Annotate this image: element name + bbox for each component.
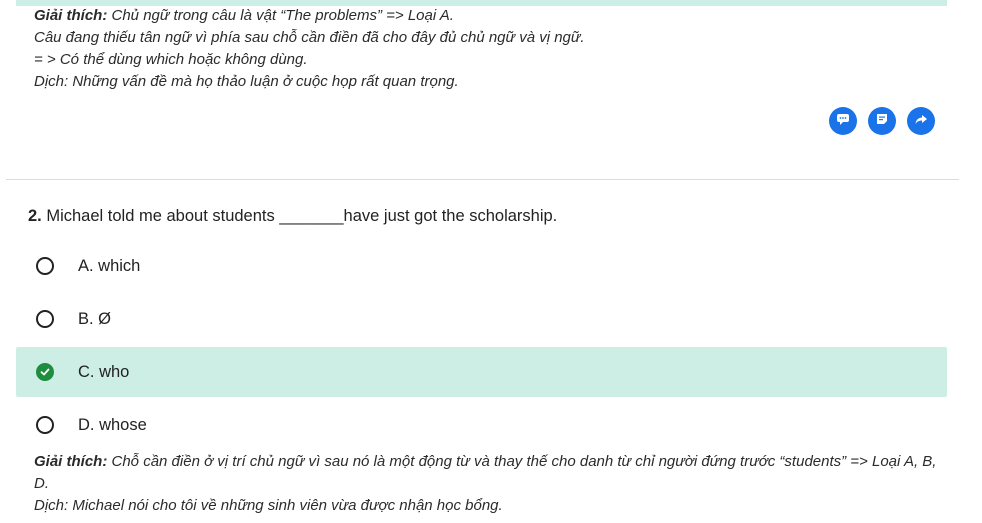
note-button[interactable] <box>868 107 896 135</box>
option-b[interactable]: B. Ø <box>16 294 947 344</box>
check-circle-icon <box>36 363 54 381</box>
explanation-line: Câu đang thiếu tân ngữ vì phía sau chỗ c… <box>34 29 585 46</box>
question-body: Michael told me about students _______ha… <box>41 207 558 225</box>
explanation-text: Chỗ cần điền ở vị trí chủ ngữ vì sau nó … <box>34 453 937 492</box>
translation-line: Dịch: Michael nói cho tôi về những sinh … <box>34 497 503 514</box>
explanation-line: Giải thích: Chủ ngữ trong câu là vật “Th… <box>34 5 944 27</box>
option-a[interactable]: A. which <box>16 241 947 291</box>
question-number: 2. <box>28 207 42 225</box>
radio-icon <box>36 416 54 434</box>
option-label: C. who <box>78 362 130 381</box>
translation-line: Dịch: Những vấn đề mà họ thảo luận ở cuộ… <box>34 73 459 90</box>
option-label: A. which <box>78 256 141 275</box>
radio-icon <box>36 310 54 328</box>
explanation-previous: Giải thích: Chủ ngữ trong câu là vật “Th… <box>34 5 944 93</box>
question-actions <box>829 107 935 135</box>
comment-button[interactable] <box>829 107 857 135</box>
option-c[interactable]: C. who <box>16 347 947 397</box>
explanation-line: = > Có thể dùng which hoặc không dùng. <box>34 51 308 68</box>
question-text: 2. Michael told me about students ______… <box>28 205 557 227</box>
share-button[interactable] <box>907 107 935 135</box>
explanation-line: Giải thích: Chỗ cần điền ở vị trí chủ ng… <box>34 451 944 495</box>
explanation-title: Giải thích: <box>34 7 108 24</box>
option-d[interactable]: D. whose <box>16 400 947 450</box>
explanation-current: Giải thích: Chỗ cần điền ở vị trí chủ ng… <box>34 451 944 517</box>
explanation-text: Chủ ngữ trong câu là vật “The problems” … <box>107 7 454 24</box>
section-divider <box>6 179 959 180</box>
comment-icon <box>836 112 850 131</box>
option-label: D. whose <box>78 415 147 434</box>
option-label: B. Ø <box>78 309 112 328</box>
share-icon <box>914 112 928 131</box>
radio-icon <box>36 257 54 275</box>
explanation-title: Giải thích: <box>34 453 108 470</box>
note-icon <box>875 112 889 131</box>
